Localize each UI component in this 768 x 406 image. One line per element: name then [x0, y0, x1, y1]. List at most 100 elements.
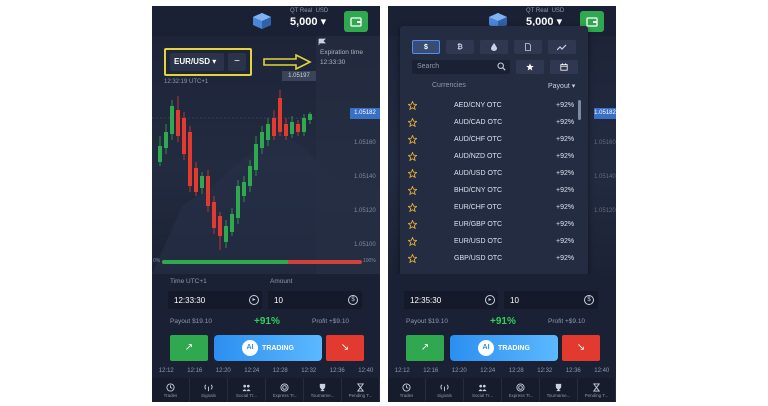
calendar-button[interactable] [550, 60, 578, 74]
tab-commodities[interactable] [480, 40, 508, 54]
favorite-star-icon[interactable] [408, 118, 417, 127]
favorite-star-icon[interactable] [408, 169, 417, 178]
asset-payout: +92% [556, 119, 575, 126]
asset-payout: +92% [556, 221, 575, 228]
wallet-icon [586, 16, 598, 27]
nav-label: Signals [201, 392, 216, 398]
currency-icon[interactable]: $ [584, 295, 594, 305]
time-tick: 12:32 [301, 368, 317, 374]
currency-icon[interactable]: $ [348, 295, 358, 305]
account-selector[interactable]: QT Real USD 5,000 ▾ [526, 8, 564, 28]
candle-body [206, 176, 210, 206]
candle-body [182, 118, 186, 154]
tab-stocks[interactable] [514, 40, 542, 54]
asset-list-item[interactable]: AUD/CHF OTC +92% [400, 132, 588, 149]
nav-trades[interactable]: Trades [152, 378, 190, 402]
buy-up-button[interactable]: ↗ [406, 335, 444, 361]
expiration-overlay [316, 36, 380, 276]
time-tick: 12:36 [565, 368, 581, 374]
candle-body [242, 182, 246, 196]
ai-trading-button[interactable]: AI TRADING [450, 335, 558, 361]
account-cube-icon[interactable] [252, 12, 272, 30]
dollar-icon: $ [424, 43, 428, 51]
favorites-button[interactable] [516, 60, 544, 74]
asset-list-item[interactable]: EUR/USD OTC +92% [400, 234, 588, 251]
time-input[interactable]: 12:35:30 [404, 291, 498, 309]
tab-indices[interactable] [548, 40, 576, 54]
nav-social-trading[interactable]: Social Tr... [464, 378, 502, 402]
bottom-nav: Trades Signals Social Tr... Express Tr..… [388, 378, 616, 402]
favorite-star-icon[interactable] [408, 237, 417, 246]
account-selector[interactable]: QT Real USD 5,000 ▾ [290, 8, 328, 28]
sell-down-button[interactable]: ↘ [562, 335, 600, 361]
time-tick: 12:32 [537, 368, 553, 374]
wallet-button[interactable] [344, 11, 368, 32]
favorite-star-icon[interactable] [408, 203, 417, 212]
favorite-star-icon[interactable] [408, 152, 417, 161]
calendar-icon [560, 63, 568, 71]
asset-list-item[interactable]: AUD/CAD OTC +92% [400, 115, 588, 132]
asset-list-item[interactable]: AUD/NZD OTC +92% [400, 149, 588, 166]
asset-payout: +92% [556, 153, 575, 160]
account-currency: USD [315, 8, 329, 14]
asset-list-item[interactable]: EUR/GBP OTC +92% [400, 217, 588, 234]
time-input[interactable]: 12:33:30 [168, 291, 262, 309]
price-tag-current: 1.05182 [350, 108, 380, 119]
scrollbar[interactable] [578, 100, 581, 120]
favorite-star-icon[interactable] [408, 135, 417, 144]
nav-tournaments[interactable]: Tourname... [304, 378, 342, 402]
sentiment-bar [162, 260, 362, 264]
candle-body [248, 166, 252, 186]
expiration-time: 12:33:30 [320, 59, 346, 66]
chevron-down-icon: ▾ [320, 16, 327, 28]
ai-trading-button[interactable]: AI TRADING [214, 335, 322, 361]
asset-list-item[interactable]: AUD/USD OTC +92% [400, 166, 588, 183]
sell-down-button[interactable]: ↘ [326, 335, 364, 361]
asset-list-item[interactable]: EUR/CHF OTC +92% [400, 200, 588, 217]
nav-label: Express Tr... [508, 392, 533, 398]
nav-express-trades[interactable]: Express Tr... [266, 378, 304, 402]
sort-payout-button[interactable]: Payout ▾ [548, 82, 575, 90]
tab-crypto[interactable]: ₿ [446, 40, 474, 54]
time-picker-icon[interactable]: ▸ [249, 295, 259, 305]
favorite-star-icon[interactable] [408, 254, 417, 263]
asset-list-item[interactable]: GBP/USD OTC +92% [400, 251, 588, 268]
nav-signals[interactable]: Signals [190, 378, 228, 402]
favorite-star-icon[interactable] [408, 220, 417, 229]
asset-list-item[interactable]: BHD/CNY OTC +92% [400, 183, 588, 200]
candle-body [212, 202, 216, 228]
expiration-title: Expiration time [320, 49, 363, 56]
pair-selector-button[interactable]: EUR/USD ▾ [170, 53, 224, 71]
progress-max-label: 100% [363, 258, 376, 264]
nav-express-trades[interactable]: Express Tr... [502, 378, 540, 402]
nav-signals[interactable]: Signals [426, 378, 464, 402]
time-picker-icon[interactable]: ▸ [485, 295, 495, 305]
header: QT Real USD 5,000 ▾ [152, 6, 380, 36]
price-tag-current: 1.05182 [594, 108, 616, 119]
ai-trading-label: TRADING [498, 344, 530, 352]
search-input[interactable]: Search [412, 60, 510, 74]
candle-body [230, 214, 234, 232]
asset-list-item[interactable]: AED/CNY OTC +92% [400, 98, 588, 115]
time-tick: 12:28 [508, 368, 524, 374]
nav-social-trading[interactable]: Social Tr... [228, 378, 266, 402]
minus-icon: − [234, 56, 240, 67]
minus-button[interactable]: − [228, 53, 246, 71]
y-axis-label: 1.05120 [594, 208, 616, 214]
nav-label: Social Tr... [471, 392, 493, 398]
candle-body [266, 124, 270, 140]
tab-currencies[interactable]: $ [412, 40, 440, 54]
asset-dropdown: $ ₿ Search Currencies Payout ▾ AED/CNY O… [400, 26, 588, 276]
nav-label: Express Tr... [272, 392, 297, 398]
y-axis-label: 1.05160 [594, 140, 616, 146]
nav-trades[interactable]: Trades [388, 378, 426, 402]
nav-pending-trades[interactable]: Pending T... [342, 378, 380, 402]
asset-name: AED/CNY OTC [454, 102, 502, 109]
nav-pending-trades[interactable]: Pending T... [578, 378, 616, 402]
buy-up-button[interactable]: ↗ [170, 335, 208, 361]
nav-tournaments[interactable]: Tourname... [540, 378, 578, 402]
candle-body [302, 118, 306, 132]
favorite-star-icon[interactable] [408, 186, 417, 195]
trading-screen-asset-list: QT Real USD 5,000 ▾ 1.05182 1.05160 1.05… [388, 6, 616, 402]
favorite-star-icon[interactable] [408, 101, 417, 110]
